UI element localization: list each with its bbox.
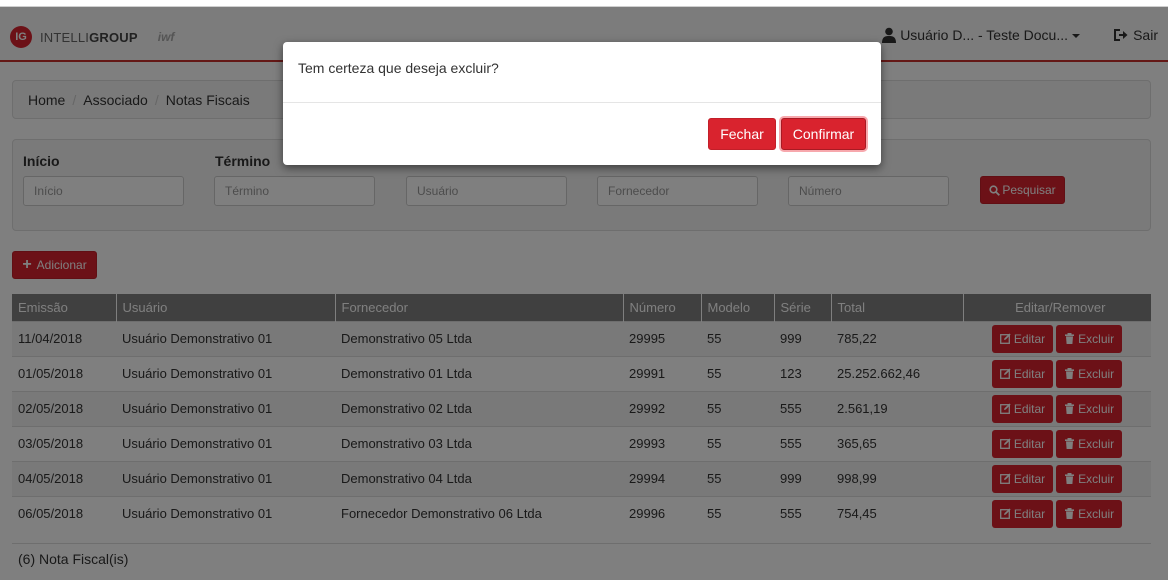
close-button[interactable]: Fechar [708,118,776,150]
confirm-button[interactable]: Confirmar [781,118,866,150]
dialog-message: Tem certeza que deseja excluir? [298,60,499,76]
dialog-body: Tem certeza que deseja excluir? [283,42,881,103]
window-top-border [0,0,1168,7]
dialog-footer: Fechar Confirmar [283,103,881,165]
confirm-delete-dialog: Tem certeza que deseja excluir? Fechar C… [283,42,881,165]
